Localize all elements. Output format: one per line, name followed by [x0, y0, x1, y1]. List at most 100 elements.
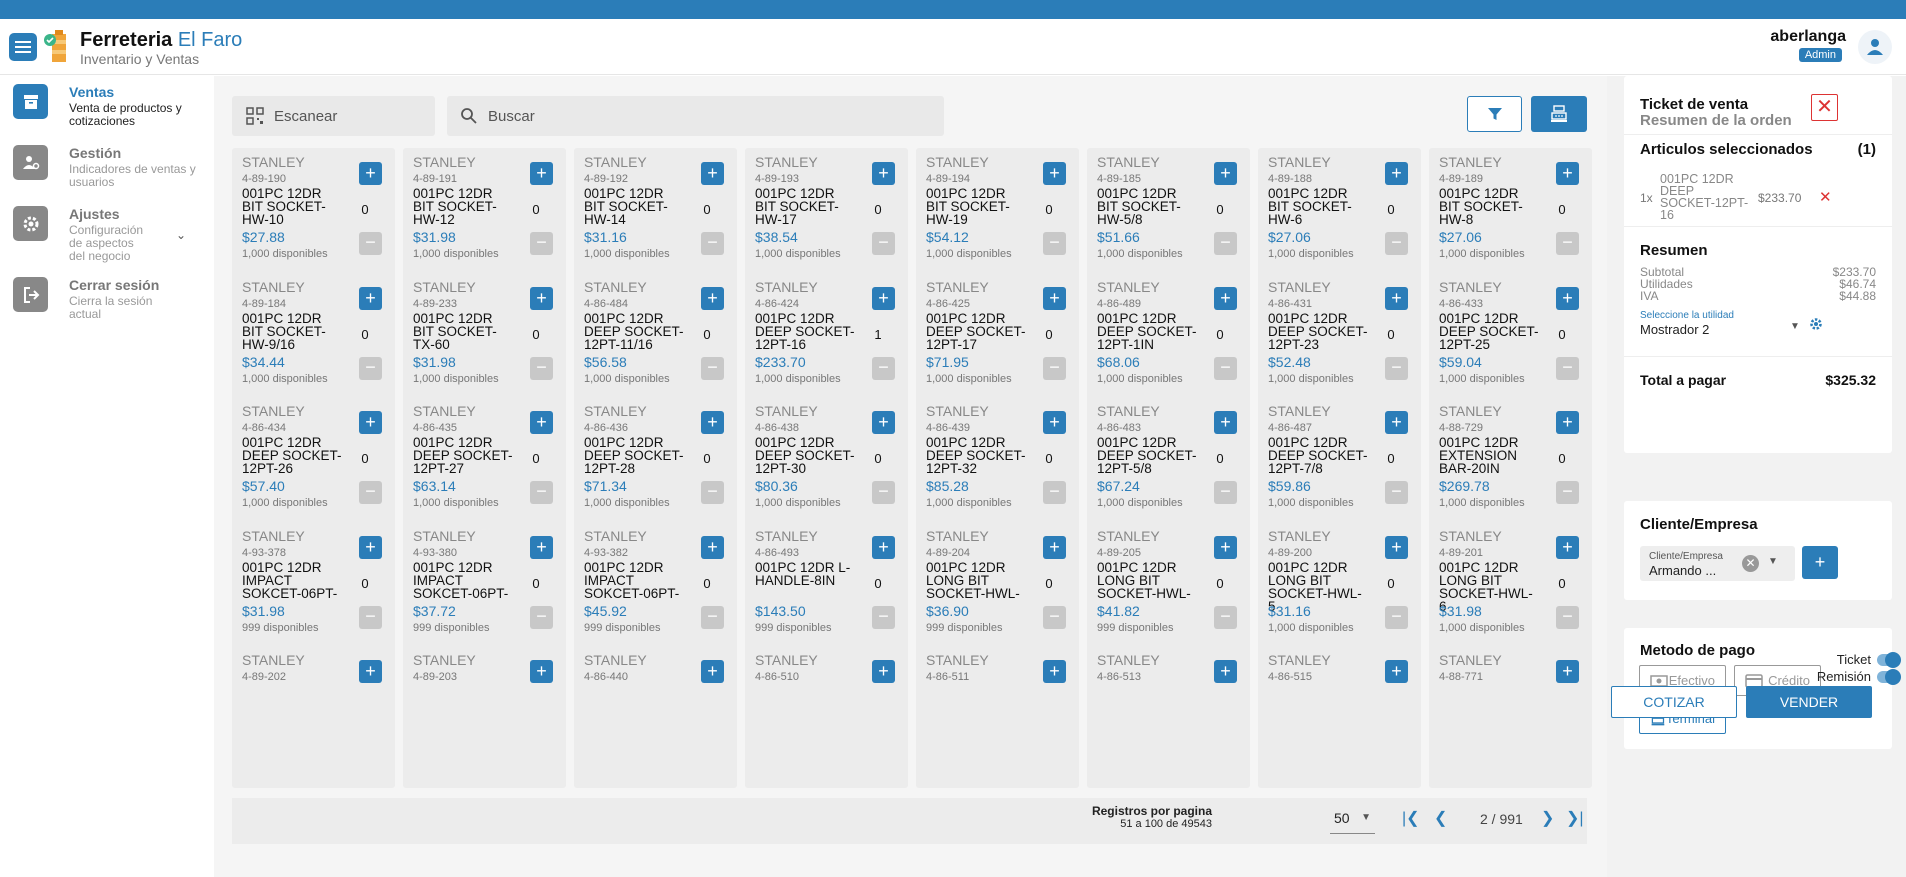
product-card[interactable]: STANLEY 4-89-191 001PC 12DR BIT SOCKET-HW-… — [403, 148, 566, 290]
add-qty-button[interactable]: + — [1556, 660, 1579, 683]
add-qty-button[interactable]: + — [872, 287, 895, 310]
add-qty-button[interactable]: + — [530, 287, 553, 310]
remove-qty-button[interactable]: − — [1214, 232, 1237, 255]
product-card[interactable]: STANLEY 4-89-192 001PC 12DR BIT SOCKET-HW-… — [574, 148, 737, 290]
remove-qty-button[interactable]: − — [1556, 357, 1579, 380]
add-qty-button[interactable]: + — [1043, 660, 1066, 683]
product-card[interactable]: STANLEY 4-88-771 + — [1429, 646, 1592, 788]
add-qty-button[interactable]: + — [530, 411, 553, 434]
product-card[interactable]: STANLEY 4-86-424 001PC 12DR DEEP SOCKET-12… — [745, 273, 908, 415]
remove-qty-button[interactable]: − — [701, 606, 724, 629]
add-qty-button[interactable]: + — [701, 411, 724, 434]
product-card[interactable]: STANLEY 4-89-204 001PC 12DR LONG BIT SOCKE… — [916, 522, 1079, 664]
remove-qty-button[interactable]: − — [1214, 606, 1237, 629]
remove-qty-button[interactable]: − — [1043, 357, 1066, 380]
remove-qty-button[interactable]: − — [1043, 232, 1066, 255]
remove-qty-button[interactable]: − — [1556, 481, 1579, 504]
remove-qty-button[interactable]: − — [359, 606, 382, 629]
remove-qty-button[interactable]: − — [1556, 232, 1579, 255]
add-qty-button[interactable]: + — [872, 162, 895, 185]
add-qty-button[interactable]: + — [701, 162, 724, 185]
remove-qty-button[interactable]: − — [359, 357, 382, 380]
add-qty-button[interactable]: + — [1385, 411, 1408, 434]
product-card[interactable]: STANLEY 4-89-184 001PC 12DR BIT SOCKET-HW-… — [232, 273, 395, 415]
product-card[interactable]: STANLEY 4-86-487 001PC 12DR DEEP SOCKET-12… — [1258, 397, 1421, 539]
add-qty-button[interactable]: + — [701, 660, 724, 683]
add-qty-button[interactable]: + — [359, 162, 382, 185]
remove-qty-button[interactable]: − — [530, 232, 553, 255]
remove-qty-button[interactable]: − — [1214, 357, 1237, 380]
product-card[interactable]: STANLEY 4-86-434 001PC 12DR DEEP SOCKET-12… — [232, 397, 395, 539]
utility-select[interactable]: Mostrador 2 — [1640, 322, 1709, 337]
close-ticket-button[interactable]: ✕ — [1811, 94, 1838, 121]
add-qty-button[interactable]: + — [1385, 162, 1408, 185]
product-card[interactable]: STANLEY 4-86-440 + — [574, 646, 737, 788]
next-page-icon[interactable]: ❯ — [1541, 808, 1554, 828]
remove-qty-button[interactable]: − — [530, 481, 553, 504]
product-card[interactable]: STANLEY 4-89-193 001PC 12DR BIT SOCKET-HW-… — [745, 148, 908, 290]
add-qty-button[interactable]: + — [530, 660, 553, 683]
add-qty-button[interactable]: + — [701, 287, 724, 310]
add-qty-button[interactable]: + — [530, 536, 553, 559]
product-card[interactable]: STANLEY 4-86-438 001PC 12DR DEEP SOCKET-12… — [745, 397, 908, 539]
add-qty-button[interactable]: + — [1214, 660, 1237, 683]
remove-item-icon[interactable]: ✕ — [1819, 188, 1832, 206]
scan-input[interactable]: Escanear — [232, 96, 435, 136]
product-card[interactable]: STANLEY 4-89-233 001PC 12DR BIT SOCKET-TX-… — [403, 273, 566, 415]
product-card[interactable]: STANLEY 4-89-201 001PC 12DR LONG BIT SOCKE… — [1429, 522, 1592, 664]
product-card[interactable]: STANLEY 4-89-205 001PC 12DR LONG BIT SOCKE… — [1087, 522, 1250, 664]
filter-button[interactable] — [1467, 96, 1522, 132]
product-card[interactable]: STANLEY 4-89-202 + — [232, 646, 395, 788]
add-qty-button[interactable]: + — [1556, 536, 1579, 559]
gear-icon[interactable] — [1809, 317, 1823, 331]
product-card[interactable]: STANLEY 4-86-483 001PC 12DR DEEP SOCKET-12… — [1087, 397, 1250, 539]
product-card[interactable]: STANLEY 4-88-729 001PC 12DR EXTENSION BAR-… — [1429, 397, 1592, 539]
product-card[interactable]: STANLEY 4-89-185 001PC 12DR BIT SOCKET-HW-… — [1087, 148, 1250, 290]
product-card[interactable]: STANLEY 4-89-190 001PC 12DR BIT SOCKET-HW-… — [232, 148, 395, 290]
product-card[interactable]: STANLEY 4-93-378 001PC 12DR IMPACT SOKCET-… — [232, 522, 395, 664]
remove-qty-button[interactable]: − — [1043, 481, 1066, 504]
product-card[interactable]: STANLEY 4-89-200 001PC 12DR LONG BIT SOCKE… — [1258, 522, 1421, 664]
remove-qty-button[interactable]: − — [701, 357, 724, 380]
add-qty-button[interactable]: + — [872, 411, 895, 434]
remove-qty-button[interactable]: − — [1385, 481, 1408, 504]
remove-qty-button[interactable]: − — [1043, 606, 1066, 629]
add-qty-button[interactable]: + — [359, 660, 382, 683]
remove-qty-button[interactable]: − — [872, 481, 895, 504]
remision-toggle[interactable] — [1877, 668, 1901, 685]
chevron-down-icon[interactable]: ⌄ — [176, 228, 186, 242]
product-card[interactable]: STANLEY 4-89-203 + — [403, 646, 566, 788]
product-card[interactable]: STANLEY 4-89-189 001PC 12DR BIT SOCKET-HW-… — [1429, 148, 1592, 290]
clear-icon[interactable]: ✕ — [1742, 555, 1759, 572]
remove-qty-button[interactable]: − — [530, 606, 553, 629]
add-qty-button[interactable]: + — [1214, 536, 1237, 559]
add-qty-button[interactable]: + — [701, 536, 724, 559]
sidebar-item-ventas[interactable]: Ventas Venta de productos y cotizaciones — [0, 76, 214, 142]
product-card[interactable]: STANLEY 4-86-513 + — [1087, 646, 1250, 788]
add-qty-button[interactable]: + — [872, 660, 895, 683]
product-card[interactable]: STANLEY 4-86-435 001PC 12DR DEEP SOCKET-12… — [403, 397, 566, 539]
add-client-button[interactable]: + — [1802, 546, 1838, 579]
product-card[interactable]: STANLEY 4-93-382 001PC 12DR IMPACT SOKCET-… — [574, 522, 737, 664]
remove-qty-button[interactable]: − — [872, 232, 895, 255]
product-card[interactable]: STANLEY 4-89-194 001PC 12DR BIT SOCKET-HW-… — [916, 148, 1079, 290]
add-qty-button[interactable]: + — [1385, 536, 1408, 559]
sidebar-item-logout[interactable]: Cerrar sesión Cierra la sesión actual — [0, 269, 214, 335]
product-card[interactable]: STANLEY 4-86-510 + — [745, 646, 908, 788]
terminal-button[interactable] — [1531, 96, 1587, 132]
sidebar-item-gestion[interactable]: Gestión Indicadores de ventas y usuarios — [0, 137, 214, 203]
add-qty-button[interactable]: + — [1556, 411, 1579, 434]
product-card[interactable]: STANLEY 4-86-425 001PC 12DR DEEP SOCKET-12… — [916, 273, 1079, 415]
sidebar-item-ajustes[interactable]: Ajustes Configuración de aspectos del ne… — [0, 198, 214, 264]
add-qty-button[interactable]: + — [1385, 660, 1408, 683]
product-card[interactable]: STANLEY 4-89-188 001PC 12DR BIT SOCKET-HW-… — [1258, 148, 1421, 290]
product-card[interactable]: STANLEY 4-86-439 001PC 12DR DEEP SOCKET-12… — [916, 397, 1079, 539]
avatar[interactable] — [1858, 30, 1892, 64]
remove-qty-button[interactable]: − — [1385, 232, 1408, 255]
remove-qty-button[interactable]: − — [359, 232, 382, 255]
remove-qty-button[interactable]: − — [359, 481, 382, 504]
add-qty-button[interactable]: + — [1214, 162, 1237, 185]
add-qty-button[interactable]: + — [872, 536, 895, 559]
product-card[interactable]: STANLEY 4-86-431 001PC 12DR DEEP SOCKET-12… — [1258, 273, 1421, 415]
search-input[interactable]: Buscar — [447, 96, 944, 136]
